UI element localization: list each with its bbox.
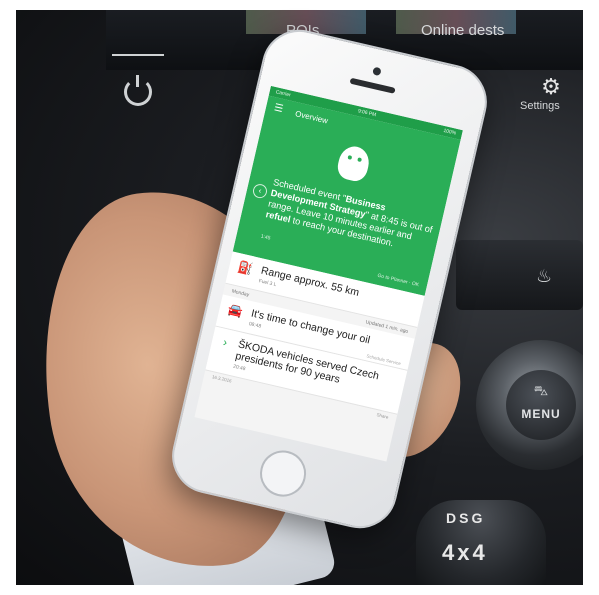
mascot-icon xyxy=(335,143,373,184)
menu-knob-label: MENU xyxy=(521,407,561,421)
event-message: Scheduled event "Business Development St… xyxy=(265,177,437,257)
gear-knob: DSG 4x4 xyxy=(416,500,546,585)
gear-bottom-label: 4x4 xyxy=(442,540,488,565)
fuel-icon: ⛽ xyxy=(236,259,255,277)
car-icon: ⛍ xyxy=(533,382,549,398)
divider xyxy=(112,54,164,56)
online-dests-label: Online dests xyxy=(421,22,505,39)
menu-icon[interactable]: ☰ xyxy=(273,102,285,115)
back-icon[interactable]: ‹ xyxy=(251,182,269,200)
page-title: Overview xyxy=(294,108,329,125)
share-link[interactable]: Share xyxy=(376,412,389,420)
menu-knob-center: ⛍ MENU xyxy=(506,370,576,440)
settings-label: Settings xyxy=(520,100,560,112)
earpiece xyxy=(349,77,396,94)
gear-icon: ⚙ xyxy=(541,74,561,99)
dashboard-button-panel xyxy=(456,240,583,310)
event-time: 1:45 xyxy=(260,233,271,242)
seat-heating-icon: ♨ xyxy=(536,266,553,286)
gear-top-label: DSG xyxy=(446,510,486,526)
power-icon xyxy=(124,75,152,106)
camera-dot xyxy=(372,66,382,77)
menu-knob: ⛍ MENU xyxy=(476,340,583,470)
home-button[interactable] xyxy=(255,445,311,502)
chevron-right-icon: › xyxy=(221,334,229,350)
car-service-icon: 🚘 xyxy=(226,302,245,320)
